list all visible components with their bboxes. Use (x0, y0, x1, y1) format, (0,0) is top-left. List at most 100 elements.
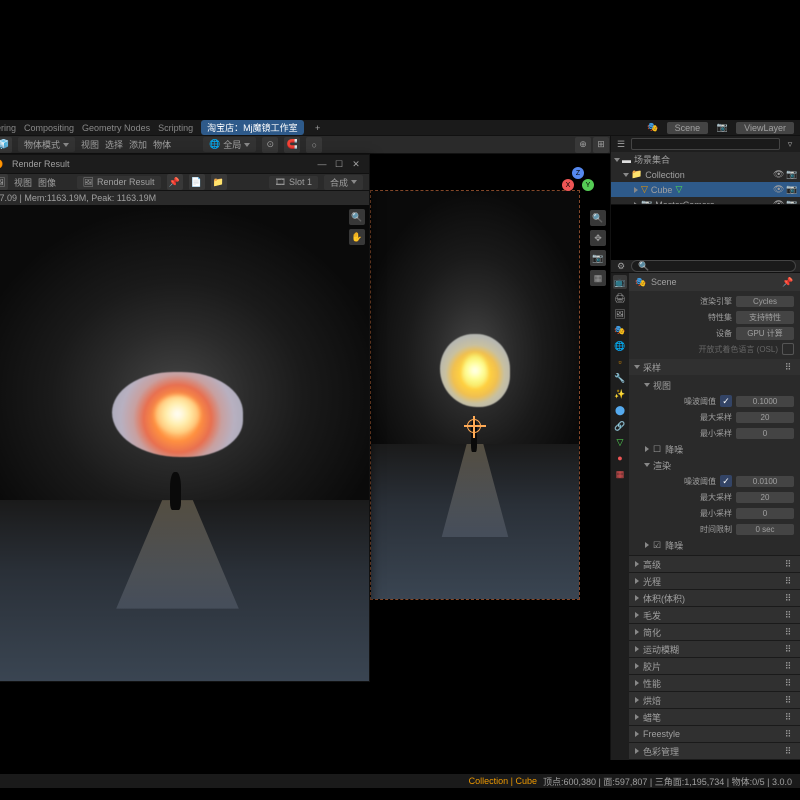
menu-view[interactable]: 视图 (81, 138, 99, 151)
section-collapsed[interactable]: Freestyle⠿ (629, 726, 800, 742)
outliner-item[interactable]: 📁 Collection👁📷 (611, 167, 800, 182)
workspace-tab[interactable]: ering (0, 123, 16, 133)
outliner-item[interactable]: ▽ Cube ▽👁📷 (611, 182, 800, 197)
perspective-icon[interactable]: ▦ (590, 270, 606, 286)
max-samples-r-input[interactable]: 20 (736, 492, 794, 503)
tab-texture[interactable]: ▦ (613, 467, 627, 481)
render-canvas[interactable]: 🔍 ✋ (0, 205, 369, 681)
render-engine-dropdown[interactable]: Cycles (736, 296, 794, 307)
noise-threshold-input[interactable]: 0.1000 (736, 396, 794, 407)
gizmo-toggle-icon[interactable]: ⊕ (575, 137, 591, 153)
outliner-type-icon[interactable]: ☰ (615, 138, 627, 150)
tab-particle[interactable]: ✨ (613, 387, 627, 401)
properties-search-input[interactable] (631, 260, 796, 272)
section-collapsed[interactable]: 性能⠿ (629, 675, 800, 691)
section-collapsed[interactable]: 蜡笔⠿ (629, 709, 800, 725)
menu-object[interactable]: 物体 (153, 138, 171, 151)
tab-scene[interactable]: 🎭 (613, 323, 627, 337)
section-collapsed[interactable]: 运动模糊⠿ (629, 641, 800, 657)
section-collapsed[interactable]: 体积(体积)⠿ (629, 590, 800, 606)
eye-icon[interactable]: 👁 (773, 184, 783, 195)
new-icon[interactable]: 📄 (189, 174, 205, 190)
orientation-dropdown[interactable]: 🌐 全局 (203, 137, 256, 152)
close-icon[interactable]: ✕ (349, 157, 363, 171)
menu-select[interactable]: 选择 (105, 138, 123, 151)
zoom-icon[interactable]: 🔍 (590, 210, 606, 226)
camera-frame[interactable] (370, 190, 580, 600)
tab-world[interactable]: 🌐 (613, 339, 627, 353)
noise-threshold-r-input[interactable]: 0.0100 (736, 476, 794, 487)
maximize-icon[interactable]: ☐ (332, 157, 346, 171)
section-collapsed[interactable]: 高级⠿ (629, 556, 800, 572)
transform-gizmo-icon[interactable] (467, 419, 481, 433)
section-viewport[interactable]: 视图 (639, 377, 794, 393)
render-window-titlebar[interactable]: 🟠 Render Result — ☐ ✕ (0, 155, 369, 173)
axis-z-icon[interactable]: Z (572, 167, 584, 179)
menu-add[interactable]: 添加 (129, 138, 147, 151)
render-vis-icon[interactable]: 📷 (786, 169, 796, 180)
properties-type-icon[interactable]: ⚙ (615, 260, 627, 272)
eye-icon[interactable]: 👁 (773, 169, 783, 180)
pivot-icon[interactable]: ⊙ (262, 137, 278, 153)
outliner-scene-collection[interactable]: ▬ 场景集合 (611, 152, 800, 167)
tab-physics[interactable]: ⬤ (613, 403, 627, 417)
noise-checkbox-r[interactable]: ✓ (720, 475, 732, 487)
noise-checkbox[interactable]: ✓ (720, 395, 732, 407)
pan-icon[interactable]: ✥ (590, 230, 606, 246)
proportional-icon[interactable]: ○ (306, 137, 322, 153)
section-collapsed[interactable]: 毛发⠿ (629, 607, 800, 623)
outliner-search-input[interactable] (631, 138, 780, 150)
device-dropdown[interactable]: GPU 计算 (736, 327, 794, 340)
pin-icon[interactable]: 📌 (167, 174, 183, 190)
snap-icon[interactable]: 🧲 (284, 137, 300, 153)
viewlayer-picker[interactable]: ViewLayer (736, 122, 794, 134)
image-picker[interactable]: 🖼 Render Result (77, 176, 161, 189)
workspace-tab[interactable]: Compositing (24, 123, 74, 133)
slot-picker[interactable]: 🎞 Slot 1 (269, 176, 318, 189)
pan-icon[interactable]: ✋ (349, 229, 365, 245)
menu-view[interactable]: 视图 (14, 176, 32, 189)
axis-x-icon[interactable]: X (562, 179, 574, 191)
min-samples-input[interactable]: 0 (736, 428, 794, 439)
tab-modifier[interactable]: 🔧 (613, 371, 627, 385)
render-vis-icon[interactable]: 📷 (786, 184, 796, 195)
max-samples-input[interactable]: 20 (736, 412, 794, 423)
osl-checkbox[interactable] (782, 343, 794, 355)
scene-picker[interactable]: Scene (667, 122, 709, 134)
tab-output[interactable]: 🖨 (613, 291, 627, 305)
nav-gizmo[interactable]: Z X Y (558, 165, 598, 205)
camera-view-icon[interactable]: 📷 (590, 250, 606, 266)
section-render[interactable]: 渲染 (639, 457, 794, 473)
axis-y-icon[interactable]: Y (582, 179, 594, 191)
tab-material[interactable]: ● (613, 451, 627, 465)
feature-set-dropdown[interactable]: 支持特性 (736, 311, 794, 324)
menu-image[interactable]: 图像 (38, 176, 56, 189)
section-collapsed[interactable]: 色彩管理⠿ (629, 743, 800, 759)
filter-icon[interactable]: ▿ (784, 138, 796, 150)
time-limit-input[interactable]: 0 sec (736, 524, 794, 535)
editor-type-icon[interactable]: 🖼 (0, 174, 8, 190)
outliner-item[interactable]: 📷 MasterCamera👁📷 (611, 197, 800, 205)
open-icon[interactable]: 📁 (211, 174, 227, 190)
tab-data[interactable]: ▽ (613, 435, 627, 449)
section-sampling[interactable]: 采样⠿ (629, 359, 800, 375)
workspace-tab[interactable]: Scripting (158, 123, 193, 133)
tab-render[interactable]: 📺 (613, 275, 627, 289)
tab-object[interactable]: ▫ (613, 355, 627, 369)
section-denoise-vp[interactable]: ☐ 降噪 (639, 441, 794, 457)
pass-picker[interactable]: 合成 (324, 175, 363, 190)
pin-icon[interactable]: 📌 (782, 276, 794, 288)
section-denoise-r[interactable]: ☑ 降噪 (639, 537, 794, 553)
tab-constraint[interactable]: 🔗 (613, 419, 627, 433)
section-collapsed[interactable]: 烘焙⠿ (629, 692, 800, 708)
section-collapsed[interactable]: 胶片⠿ (629, 658, 800, 674)
add-workspace-icon[interactable]: + (312, 122, 324, 134)
section-collapsed[interactable]: 简化⠿ (629, 624, 800, 640)
overlay-toggle-icon[interactable]: ⊞ (593, 137, 609, 153)
minimize-icon[interactable]: — (315, 157, 329, 171)
zoom-icon[interactable]: 🔍 (349, 209, 365, 225)
tab-viewlayer[interactable]: 🖼 (613, 307, 627, 321)
mode-dropdown[interactable]: 物体模式 (18, 137, 75, 152)
editor-type-icon[interactable]: 🧊 (0, 137, 12, 153)
workspace-active[interactable]: 淘宝店：Mj魔镜工作室 (201, 120, 304, 135)
